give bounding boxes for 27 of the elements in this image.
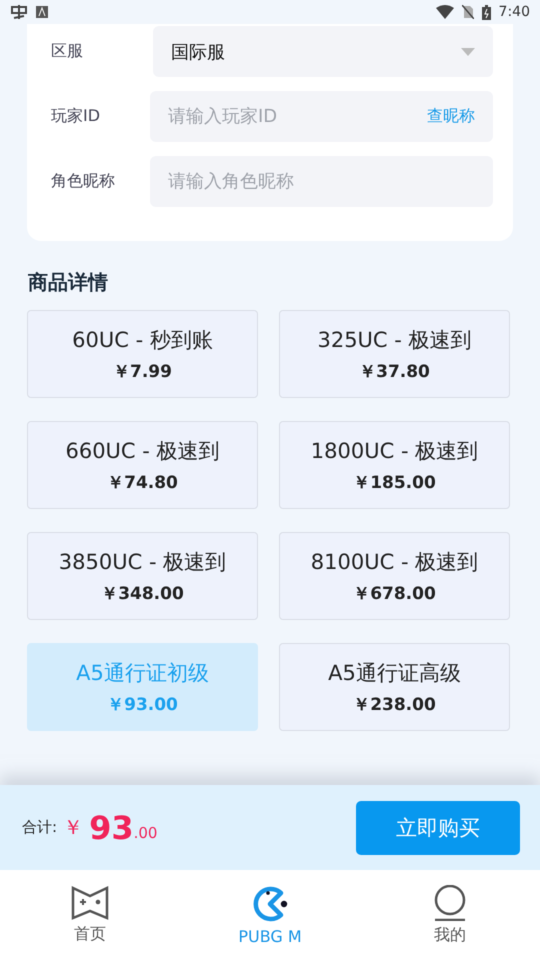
total-amount: 93 — [89, 808, 134, 846]
section-title: 商品详情 — [28, 269, 109, 296]
product-option[interactable]: 325UC - 极速到 ￥37.80 — [279, 310, 510, 398]
keyboard-icon — [36, 6, 48, 18]
field-label: 玩家ID — [51, 106, 102, 127]
gamepad-icon — [71, 886, 109, 920]
product-option[interactable]: A5通行证高级 ￥238.00 — [279, 643, 510, 731]
currency-sign: ￥ — [63, 814, 84, 841]
field-label: 区服 — [51, 41, 84, 62]
server-select[interactable]: 国际服 — [153, 26, 493, 77]
field-label: 角色昵称 — [51, 171, 116, 192]
total-label: 合计: — [22, 818, 58, 837]
product-option[interactable]: 1800UC - 极速到 ￥185.00 — [279, 421, 510, 509]
product-option[interactable]: 3850UC - 极速到 ￥348.00 — [27, 532, 258, 620]
total-decimals: .00 — [134, 824, 158, 842]
tab-bar-item[interactable]: 我的 — [360, 870, 540, 960]
status-time: 7:40 — [498, 4, 530, 20]
tab-bar-item[interactable]: 首页 — [0, 870, 180, 960]
product-option[interactable]: 660UC - 极速到 ￥74.80 — [27, 421, 258, 509]
battery-icon — [482, 4, 491, 20]
no-sim-icon — [462, 5, 474, 19]
product-option[interactable]: 60UC - 秒到账 ￥7.99 — [27, 310, 258, 398]
wifi-icon — [436, 5, 454, 19]
product-option[interactable]: 8100UC - 极速到 ￥678.00 — [279, 532, 510, 620]
person-icon — [433, 884, 467, 920]
dropdown-arrow-icon — [461, 48, 475, 56]
input-field[interactable]: 请输入角色昵称 — [150, 156, 493, 207]
